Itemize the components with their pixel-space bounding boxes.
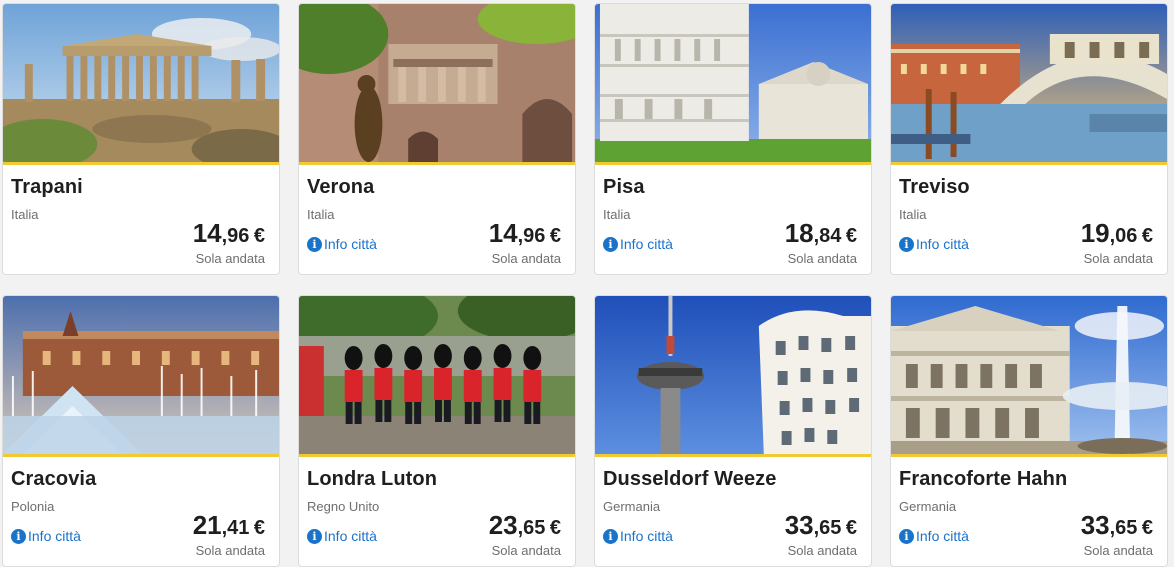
trip-type: Sola andata <box>195 543 265 558</box>
currency-symbol: € <box>549 225 561 247</box>
city-name: Francoforte Hahn <box>899 468 1068 490</box>
trip-type: Sola andata <box>787 543 857 558</box>
francoforte-hahn-photo <box>891 296 1167 457</box>
price: 33,65 € <box>1081 510 1153 541</box>
price: 18,84 € <box>785 218 857 249</box>
info-label: Info città <box>28 528 81 544</box>
currency-symbol: € <box>253 225 265 247</box>
currency-symbol: € <box>1141 225 1153 247</box>
currency-symbol: € <box>1141 517 1153 539</box>
info-citta-link[interactable]: i Info città <box>307 528 377 544</box>
price-integer: 23 <box>488 510 518 540</box>
dusseldorf-weeze-photo <box>595 296 871 457</box>
info-label: Info città <box>620 528 673 544</box>
country-name: Italia <box>899 207 927 222</box>
price-integer: 18 <box>784 218 814 248</box>
info-icon: i <box>11 528 26 544</box>
price-integer: 21 <box>192 510 222 540</box>
info-label: Info città <box>916 236 969 252</box>
price-decimal: 65 <box>523 517 546 539</box>
verona-photo <box>299 4 575 165</box>
currency-symbol: € <box>845 225 857 247</box>
londra-luton-photo <box>299 296 575 457</box>
info-label: Info città <box>324 528 377 544</box>
price-decimal: 65 <box>1115 517 1138 539</box>
trip-type: Sola andata <box>1083 543 1153 558</box>
city-name: Dusseldorf Weeze <box>603 468 777 490</box>
cracovia-photo <box>3 296 279 457</box>
info-citta-link[interactable]: i Info città <box>11 528 81 544</box>
price-integer: 19 <box>1080 218 1110 248</box>
destination-card-cracovia[interactable]: Cracovia Polonia i Info città 21,41 € Sol… <box>2 295 280 567</box>
country-name: Germania <box>899 499 957 514</box>
trip-type: Sola andata <box>1083 251 1153 266</box>
currency-symbol: € <box>253 517 265 539</box>
price: 14,96 € <box>193 218 265 249</box>
city-name: Verona <box>307 176 375 198</box>
destination-grid: Trapani Italia 14,96 € Sola andata Veron… <box>0 0 1174 567</box>
info-label: Info città <box>620 236 673 252</box>
destination-card-dusseldorf-weeze[interactable]: Dusseldorf Weeze Germania i Info città 33… <box>594 295 872 567</box>
country-name: Regno Unito <box>307 499 380 514</box>
city-name: Treviso <box>899 176 970 198</box>
city-name: Pisa <box>603 176 645 198</box>
price: 19,06 € <box>1081 218 1153 249</box>
info-icon: i <box>603 236 618 252</box>
destination-card-londra-luton[interactable]: Londra Luton Regno Unito i Info città 23,… <box>298 295 576 567</box>
price-decimal: 41 <box>227 517 250 539</box>
price-decimal: 96 <box>523 225 546 247</box>
info-citta-link[interactable]: i Info città <box>307 236 377 252</box>
price-integer: 14 <box>192 218 222 248</box>
info-icon: i <box>899 528 914 544</box>
destination-card-verona[interactable]: Verona Italia i Info città 14,96 € Sola a… <box>298 3 576 275</box>
destination-card-pisa[interactable]: Pisa Italia i Info città 18,84 € Sola and… <box>594 3 872 275</box>
info-icon: i <box>899 236 914 252</box>
price-integer: 33 <box>784 510 814 540</box>
destination-card-treviso[interactable]: Treviso Italia i Info città 19,06 € Sola … <box>890 3 1168 275</box>
country-name: Germania <box>603 499 661 514</box>
info-icon: i <box>307 528 322 544</box>
pisa-photo <box>595 4 871 165</box>
country-name: Italia <box>603 207 631 222</box>
city-name: Cracovia <box>11 468 97 490</box>
trip-type: Sola andata <box>491 543 561 558</box>
treviso-photo <box>891 4 1167 165</box>
price: 14,96 € <box>489 218 561 249</box>
price: 33,65 € <box>785 510 857 541</box>
currency-symbol: € <box>549 517 561 539</box>
currency-symbol: € <box>845 517 857 539</box>
price: 23,65 € <box>489 510 561 541</box>
info-icon: i <box>603 528 618 544</box>
country-name: Polonia <box>11 499 55 514</box>
trip-type: Sola andata <box>787 251 857 266</box>
price-decimal: 06 <box>1115 225 1138 247</box>
country-name: Italia <box>11 207 39 222</box>
info-citta-link[interactable]: i Info città <box>603 528 673 544</box>
trip-type: Sola andata <box>491 251 561 266</box>
destination-card-trapani[interactable]: Trapani Italia 14,96 € Sola andata <box>2 3 280 275</box>
info-citta-link[interactable]: i Info città <box>899 236 969 252</box>
info-citta-link[interactable]: i Info città <box>603 236 673 252</box>
price: 21,41 € <box>193 510 265 541</box>
info-citta-link[interactable]: i Info città <box>899 528 969 544</box>
price-decimal: 96 <box>227 225 250 247</box>
city-name: Trapani <box>11 176 83 198</box>
city-name: Londra Luton <box>307 468 438 490</box>
price-integer: 14 <box>488 218 518 248</box>
country-name: Italia <box>307 207 335 222</box>
destination-card-francoforte-hahn[interactable]: Francoforte Hahn Germania i Info città 33… <box>890 295 1168 567</box>
trapani-photo <box>3 4 279 165</box>
price-integer: 33 <box>1080 510 1110 540</box>
info-label: Info città <box>916 528 969 544</box>
info-icon: i <box>307 236 322 252</box>
trip-type: Sola andata <box>195 251 265 266</box>
price-decimal: 65 <box>819 517 842 539</box>
price-decimal: 84 <box>819 225 842 247</box>
info-label: Info città <box>324 236 377 252</box>
